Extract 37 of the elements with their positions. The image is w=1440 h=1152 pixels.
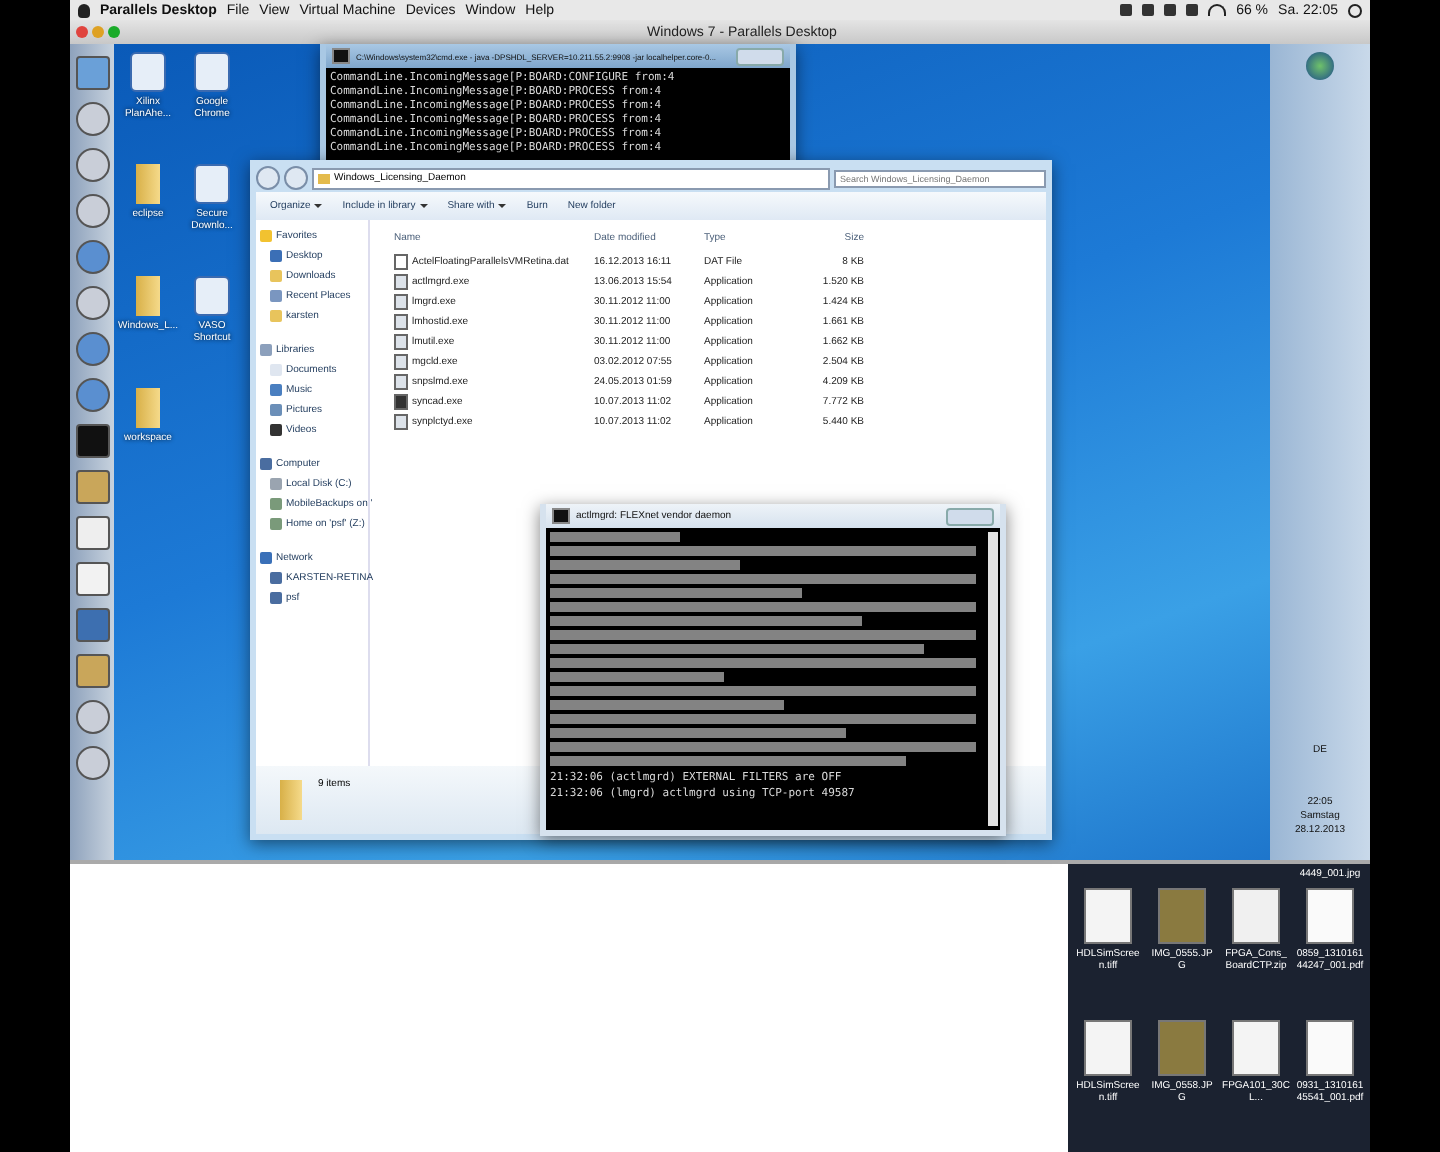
app-icon[interactable] <box>75 240 109 274</box>
console-icon <box>552 508 570 524</box>
app-icon[interactable] <box>75 332 109 366</box>
app-icon[interactable] <box>194 52 230 92</box>
forward-button[interactable] <box>284 166 308 190</box>
document-icon[interactable] <box>1232 888 1280 944</box>
document-icon[interactable] <box>1084 888 1132 944</box>
app-icon[interactable] <box>194 276 230 316</box>
search-icon[interactable] <box>1348 3 1362 17</box>
document-icon[interactable] <box>1232 1020 1280 1076</box>
document-icon[interactable] <box>1306 1020 1354 1076</box>
app-icon[interactable] <box>75 286 109 320</box>
document-icon[interactable] <box>1306 888 1354 944</box>
folder-icon <box>280 780 302 820</box>
app-icon[interactable] <box>75 148 109 182</box>
window-controls[interactable] <box>946 507 994 525</box>
console-icon <box>332 48 350 64</box>
app-icon[interactable] <box>75 700 109 734</box>
image-thumbnail-icon[interactable] <box>1158 1020 1206 1076</box>
app-icon[interactable] <box>75 516 109 550</box>
folder-icon <box>270 270 282 282</box>
folder-icon <box>270 310 282 322</box>
document-icon[interactable] <box>1084 1020 1132 1076</box>
app-icon[interactable] <box>75 378 109 412</box>
app-icon[interactable] <box>75 746 109 780</box>
app-icon[interactable] <box>194 164 230 204</box>
app-icon[interactable] <box>75 562 109 596</box>
app-icon[interactable] <box>75 102 109 136</box>
folder-icon <box>318 173 330 183</box>
image-thumbnail-icon[interactable] <box>1158 888 1206 944</box>
start-button-icon[interactable] <box>1306 52 1334 80</box>
app-icon[interactable] <box>75 194 109 228</box>
scrollbar[interactable] <box>988 532 998 826</box>
app-icon[interactable] <box>130 52 166 92</box>
back-button[interactable] <box>256 166 280 190</box>
app-icon[interactable] <box>75 424 109 458</box>
wifi-icon[interactable] <box>1208 4 1227 16</box>
